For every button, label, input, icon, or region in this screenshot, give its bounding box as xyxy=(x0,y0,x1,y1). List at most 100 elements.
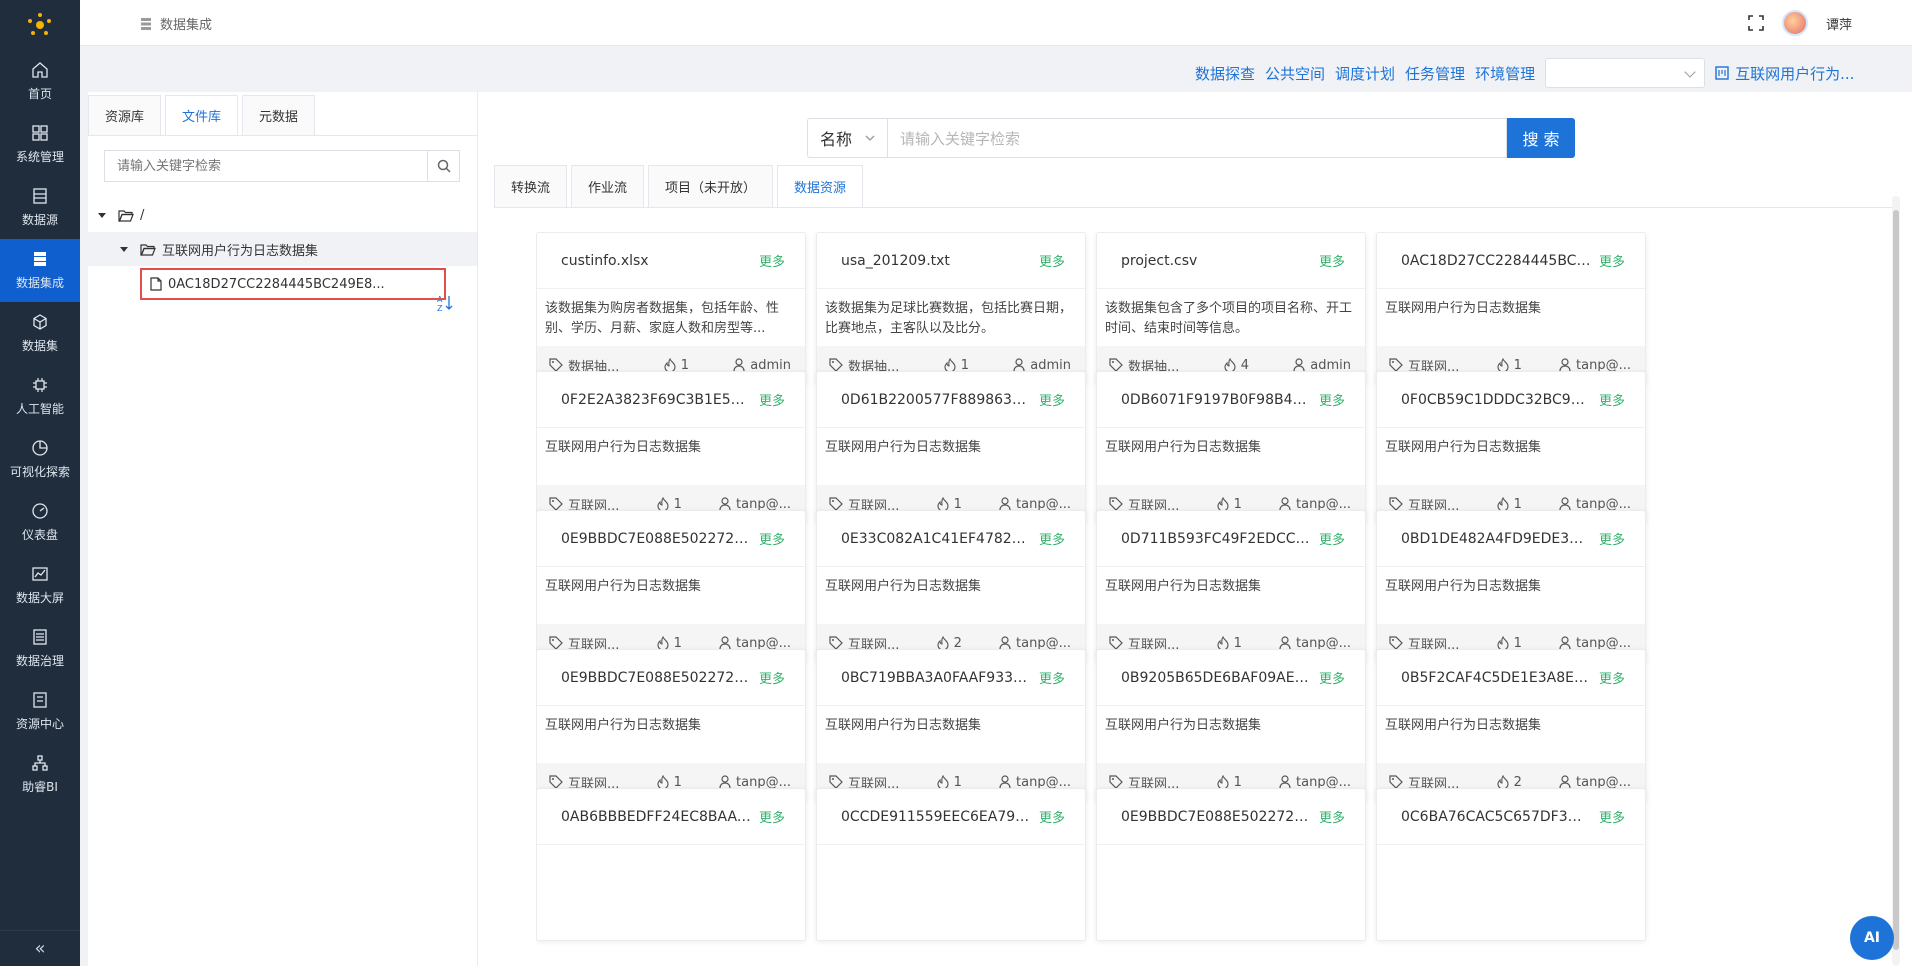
avatar[interactable] xyxy=(1781,10,1808,36)
file-search-input[interactable] xyxy=(105,151,427,181)
card-title[interactable]: 0AB6BBBEDFF24EC8BAAC... xyxy=(561,809,751,825)
sidebar-item-3[interactable]: 数据集成 xyxy=(0,239,80,302)
card-more-link[interactable]: 更多 xyxy=(1039,529,1065,548)
tab-transform-flow[interactable]: 转换流 xyxy=(494,165,568,207)
card-title[interactable]: custinfo.xlsx xyxy=(561,253,649,269)
card-title[interactable]: 0CCDE911559EEC6EA7915... xyxy=(841,809,1031,825)
tree-folder[interactable]: 互联网用户行为日志数据集 xyxy=(88,232,477,266)
current-flow-link[interactable]: 互联网用户行为... xyxy=(1715,63,1854,84)
card-more-link[interactable]: 更多 xyxy=(759,529,785,548)
card-title[interactable]: 0F2E2A3823F69C3B1E5CD... xyxy=(561,392,751,408)
card-more-link[interactable]: 更多 xyxy=(1599,251,1625,270)
card-more-link[interactable]: 更多 xyxy=(1599,807,1625,826)
sidebar-item-0[interactable]: 首页 xyxy=(0,50,80,113)
tab-metadata[interactable]: 元数据 xyxy=(242,95,316,135)
link-public-space[interactable]: 公共空间 xyxy=(1265,63,1325,84)
card-title[interactable]: 0D61B2200577F889863F8... xyxy=(841,392,1031,408)
tree-root[interactable]: / xyxy=(88,198,477,232)
sidebar-item-9[interactable]: 数据治理 xyxy=(0,617,80,680)
app-logo[interactable] xyxy=(0,0,80,50)
sidebar-item-8[interactable]: 数据大屏 xyxy=(0,554,80,617)
card-more-link[interactable]: 更多 xyxy=(759,668,785,687)
resource-card[interactable]: 0AB6BBBEDFF24EC8BAAC... 更多 xyxy=(536,788,806,941)
card-title[interactable]: usa_201209.txt xyxy=(841,253,950,269)
resource-card[interactable]: 0E33C082A1C41EF4782D8... 更多 互联网用户行为日志数据集 互联… xyxy=(816,510,1086,663)
scrollbar-thumb[interactable] xyxy=(1893,210,1899,950)
resource-card[interactable]: 0E9BBDC7E088E50227216... 更多 互联网用户行为日志数据集 互联… xyxy=(536,510,806,663)
resource-card[interactable]: 0BC719BBA3A0FAAF9339... 更多 互联网用户行为日志数据集 互联网… xyxy=(816,649,1086,802)
file-search-button[interactable] xyxy=(427,151,459,181)
resource-card[interactable]: 0B5F2CAF4C5DE1E3A8E68... 更多 互联网用户行为日志数据集 互联… xyxy=(1376,649,1646,802)
card-title[interactable]: 0B9205B65DE6BAF09AE4... xyxy=(1121,670,1311,686)
card-title[interactable]: 0F0CB59C1DDDC32BC910... xyxy=(1401,392,1591,408)
sidebar-item-2[interactable]: 数据源 xyxy=(0,176,80,239)
search-button[interactable]: 搜 索 xyxy=(1507,118,1575,158)
resource-card[interactable]: 0BD1DE482A4FD9EDE319... 更多 互联网用户行为日志数据集 互联网… xyxy=(1376,510,1646,663)
resource-card[interactable]: project.csv 更多 该数据集包含了多个项目的项目名称、开工时间、结束时间等… xyxy=(1096,232,1366,385)
card-title[interactable]: 0BC719BBA3A0FAAF9339... xyxy=(841,670,1031,686)
card-more-link[interactable]: 更多 xyxy=(1599,668,1625,687)
resource-card[interactable]: 0F0CB59C1DDDC32BC910... 更多 互联网用户行为日志数据集 互联网… xyxy=(1376,371,1646,524)
card-title[interactable]: 0AC18D27CC2284445BC2... xyxy=(1401,253,1591,269)
card-more-link[interactable]: 更多 xyxy=(1599,529,1625,548)
search-field-select[interactable]: 名称 xyxy=(807,118,887,158)
card-more-link[interactable]: 更多 xyxy=(1039,807,1065,826)
resource-card[interactable]: 0E9BBDC7E088E50227216... 更多 互联网用户行为日志数据集 互联… xyxy=(536,649,806,802)
sidebar-item-10[interactable]: 资源中心 xyxy=(0,680,80,743)
resource-card[interactable]: 0D61B2200577F889863F8... 更多 互联网用户行为日志数据集 互联… xyxy=(816,371,1086,524)
card-more-link[interactable]: 更多 xyxy=(1039,390,1065,409)
tab-data-resource[interactable]: 数据资源 xyxy=(777,165,864,207)
resource-card[interactable]: 0B9205B65DE6BAF09AE4... 更多 互联网用户行为日志数据集 互联网… xyxy=(1096,649,1366,802)
tab-file-library[interactable]: 文件库 xyxy=(165,95,239,135)
tab-job-flow[interactable]: 作业流 xyxy=(571,165,645,207)
environment-select[interactable] xyxy=(1545,58,1706,88)
card-title[interactable]: 0E9BBDC7E088E50227216... xyxy=(1121,809,1311,825)
resource-card[interactable]: 0E9BBDC7E088E50227216... 更多 xyxy=(1096,788,1366,941)
resource-card[interactable]: 0C6BA76CAC5C657DF3A0... 更多 xyxy=(1376,788,1646,941)
link-env-manage[interactable]: 环境管理 xyxy=(1475,63,1535,84)
caret-down-icon[interactable] xyxy=(120,246,128,252)
card-more-link[interactable]: 更多 xyxy=(1319,529,1345,548)
tab-resource-library[interactable]: 资源库 xyxy=(88,95,162,135)
ai-assistant-button[interactable]: AI xyxy=(1850,916,1894,960)
fullscreen-icon[interactable] xyxy=(1748,15,1764,31)
tab-project[interactable]: 项目（未开放） xyxy=(648,165,774,207)
card-title[interactable]: 0B5F2CAF4C5DE1E3A8E68... xyxy=(1401,670,1591,686)
card-title[interactable]: 0E9BBDC7E088E50227216... xyxy=(561,670,751,686)
card-more-link[interactable]: 更多 xyxy=(1039,251,1065,270)
card-more-link[interactable]: 更多 xyxy=(1319,668,1345,687)
scrollbar[interactable] xyxy=(1892,196,1900,966)
user-name[interactable]: 谭萍 xyxy=(1826,14,1852,33)
card-more-link[interactable]: 更多 xyxy=(1599,390,1625,409)
sidebar-item-5[interactable]: 人工智能 xyxy=(0,365,80,428)
card-more-link[interactable]: 更多 xyxy=(1039,668,1065,687)
card-more-link[interactable]: 更多 xyxy=(1319,390,1345,409)
resource-card[interactable]: 0D711B593FC49F2EDCC47... 更多 互联网用户行为日志数据集 互联… xyxy=(1096,510,1366,663)
card-more-link[interactable]: 更多 xyxy=(759,807,785,826)
card-title[interactable]: 0DB6071F9197B0F98B415... xyxy=(1121,392,1311,408)
resource-card[interactable]: 0CCDE911559EEC6EA7915... 更多 xyxy=(816,788,1086,941)
link-task-manage[interactable]: 任务管理 xyxy=(1405,63,1465,84)
collapse-sidebar-button[interactable]: « xyxy=(0,930,80,966)
resource-card[interactable]: 0DB6071F9197B0F98B415... 更多 互联网用户行为日志数据集 互联… xyxy=(1096,371,1366,524)
link-data-explore[interactable]: 数据探查 xyxy=(1195,63,1255,84)
card-more-link[interactable]: 更多 xyxy=(1319,807,1345,826)
caret-down-icon[interactable] xyxy=(98,212,106,218)
sidebar-item-7[interactable]: 仪表盘 xyxy=(0,491,80,554)
resource-card[interactable]: custinfo.xlsx 更多 该数据集为购房者数据集，包括年龄、性别、学历、月薪… xyxy=(536,232,806,385)
card-title[interactable]: 0E9BBDC7E088E50227216... xyxy=(561,531,751,547)
resource-card[interactable]: 0AC18D27CC2284445BC2... 更多 互联网用户行为日志数据集 互联网… xyxy=(1376,232,1646,385)
sidebar-item-6[interactable]: 可视化探索 xyxy=(0,428,80,491)
link-schedule[interactable]: 调度计划 xyxy=(1335,63,1395,84)
resource-card[interactable]: 0F2E2A3823F69C3B1E5CD... 更多 互联网用户行为日志数据集 互联… xyxy=(536,371,806,524)
sidebar-item-11[interactable]: 助睿BI xyxy=(0,743,80,806)
tree-file-selected[interactable]: 0AC18D27CC2284445BC249E8... xyxy=(140,268,446,300)
sidebar-item-4[interactable]: 数据集 xyxy=(0,302,80,365)
sidebar-item-1[interactable]: 系统管理 xyxy=(0,113,80,176)
card-title[interactable]: 0D711B593FC49F2EDCC47... xyxy=(1121,531,1311,547)
card-more-link[interactable]: 更多 xyxy=(759,251,785,270)
card-title[interactable]: project.csv xyxy=(1121,253,1197,269)
card-title[interactable]: 0E33C082A1C41EF4782D8... xyxy=(841,531,1031,547)
card-more-link[interactable]: 更多 xyxy=(1319,251,1345,270)
card-title[interactable]: 0C6BA76CAC5C657DF3A0... xyxy=(1401,809,1591,825)
